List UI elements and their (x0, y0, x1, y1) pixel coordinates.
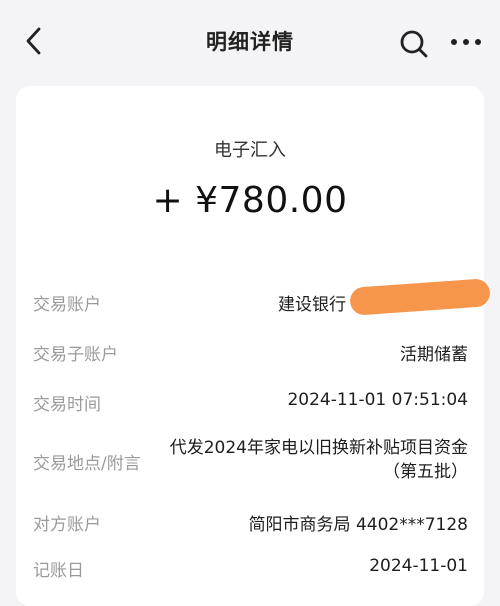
detail-value: 2024-11-01 (369, 556, 468, 576)
detail-value: 简阳市商务局 4402***7128 (248, 515, 468, 535)
transaction-amount: + ¥780.00 (152, 180, 348, 221)
transaction-detail-card: 电子汇入 + ¥780.00 交易账户 建设银行 交易子账户 活期储蓄 交易时间… (16, 86, 491, 606)
redaction-mark (349, 278, 491, 316)
detail-value: 2024-11-01 07:51:04 (287, 390, 468, 410)
detail-value: 建设银行 (278, 295, 346, 315)
detail-value: 活期储蓄 (400, 345, 468, 365)
top-bar: 明细详情 (0, 0, 500, 84)
search-icon (400, 30, 428, 58)
detail-value: 代发2024年家电以旧换新补贴项目资金（第五批） (169, 438, 468, 482)
transaction-type: 电子汇入 (214, 140, 286, 161)
detail-label: 交易地点/附言 (33, 454, 141, 474)
detail-label: 交易子账户 (33, 345, 118, 365)
detail-label: 交易账户 (33, 295, 101, 315)
detail-label: 交易时间 (33, 395, 101, 415)
more-horizontal-icon (451, 39, 481, 45)
detail-label: 对方账户 (33, 515, 101, 535)
more-button[interactable] (448, 28, 484, 56)
detail-label: 记账日 (33, 561, 84, 581)
search-button[interactable] (398, 28, 430, 60)
